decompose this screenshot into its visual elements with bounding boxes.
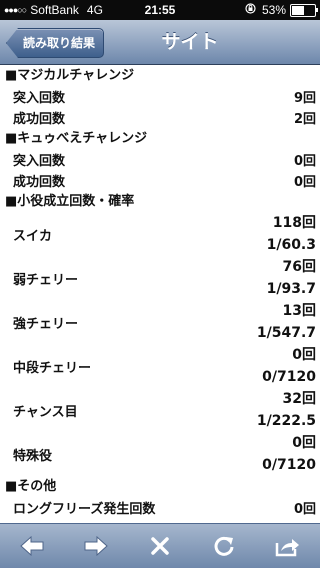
- row-label: 成功回数: [13, 175, 66, 190]
- browser-forward-button[interactable]: [76, 526, 116, 566]
- bottom-toolbar: [0, 523, 320, 568]
- row-label: 突入回数: [13, 154, 66, 169]
- row-label: 弱チェリー: [13, 272, 79, 288]
- row-label: チャンス目: [13, 404, 78, 420]
- section-header-magical-challenge: ■マジカルチャレンジ: [5, 68, 135, 83]
- reload-button[interactable]: [204, 526, 244, 566]
- list-item: 特殊役 0回 0/7120: [0, 432, 320, 476]
- list-item: 突入回数 0回: [0, 149, 320, 170]
- row-count: 0回: [292, 435, 316, 451]
- content-area[interactable]: ■マジカルチャレンジ 突入回数 9回 成功回数 2回 ■キュゥべえチャレンジ 突…: [0, 65, 320, 525]
- row-count: 32回: [282, 391, 316, 407]
- share-button[interactable]: [268, 526, 308, 566]
- row-probability: 1/93.7: [266, 281, 316, 297]
- browser-back-button[interactable]: [12, 526, 52, 566]
- row-count: 118回: [272, 215, 316, 231]
- row-value: 0回: [293, 154, 316, 169]
- rotation-lock-icon: [245, 3, 256, 17]
- row-value: 9回: [293, 91, 316, 106]
- list-item: 成功回数 2回: [0, 107, 320, 128]
- row-label: 強チェリー: [13, 316, 79, 332]
- row-label: ロングフリーズ発生回数: [13, 502, 156, 517]
- navigation-bar: 読み取り結果 サイト: [0, 20, 320, 65]
- row-count: 76回: [282, 259, 316, 275]
- close-icon: [151, 537, 169, 555]
- row-value: 0回: [293, 502, 316, 517]
- list-item: スイカ 118回 1/60.3: [0, 212, 320, 256]
- list-item: 強チェリー 13回 1/547.7: [0, 300, 320, 344]
- row-probability: 0/7120: [262, 369, 316, 385]
- status-bar: ●●●○○ SoftBank 4G 21:55 53%: [0, 0, 320, 20]
- page-title: サイト: [161, 31, 219, 53]
- row-count: 0回: [292, 347, 316, 363]
- stop-button[interactable]: [140, 526, 180, 566]
- section-header-kyubey-challenge: ■キュゥべえチャレンジ: [5, 131, 148, 146]
- list-item: 弱チェリー 76回 1/93.7: [0, 256, 320, 300]
- row-probability: 0/7120: [262, 457, 316, 473]
- battery-percent: 53%: [261, 3, 286, 17]
- list-item: 突入回数 9回: [0, 86, 320, 107]
- list-item: ロングフリーズ発生回数 0回: [0, 497, 320, 518]
- row-label: 成功回数: [13, 112, 66, 127]
- row-value: 0回: [293, 175, 316, 190]
- back-arrow-icon: [20, 536, 44, 556]
- section-header-other: ■その他: [5, 479, 57, 494]
- battery-icon: [290, 3, 318, 17]
- row-probability: 1/547.7: [256, 325, 316, 341]
- reload-icon: [213, 535, 235, 557]
- row-count: 13回: [282, 303, 316, 319]
- list-item: チャンス目 32回 1/222.5: [0, 388, 320, 432]
- row-label: 中段チェリー: [13, 360, 92, 376]
- section-header-small-roles: ■小役成立回数・確率: [5, 194, 135, 209]
- forward-arrow-icon: [84, 536, 108, 556]
- row-label: 突入回数: [13, 91, 66, 106]
- list-item: 中段チェリー 0回 0/7120: [0, 344, 320, 388]
- row-label: 特殊役: [13, 448, 53, 464]
- row-label: スイカ: [13, 228, 53, 244]
- row-probability: 1/60.3: [266, 237, 316, 253]
- list-item: 成功回数 0回: [0, 170, 320, 191]
- share-icon: [275, 535, 301, 557]
- row-value: 2回: [293, 112, 316, 127]
- row-probability: 1/222.5: [256, 413, 316, 429]
- back-button[interactable]: 読み取り結果: [6, 28, 105, 58]
